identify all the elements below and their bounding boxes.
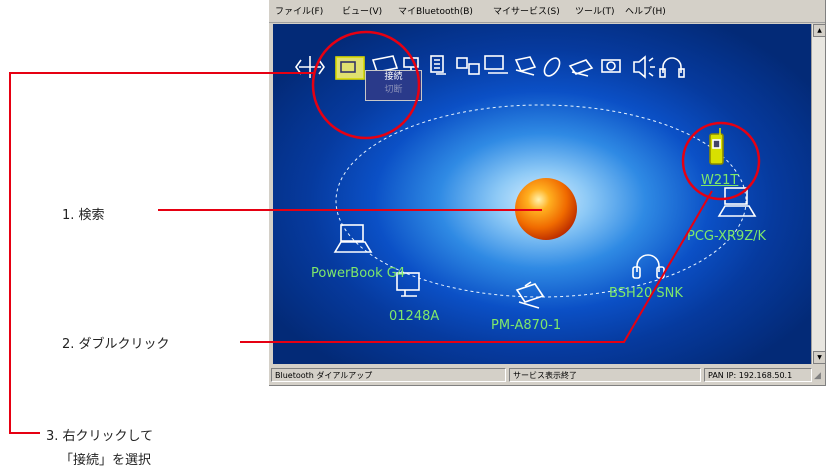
device-orbit-svg [295, 55, 757, 309]
menu-view[interactable]: ビュー(V) [342, 4, 382, 17]
laptop-left-device-icon [333, 224, 373, 253]
bluetooth-device-view[interactable]: W21T PCG-XR9Z/K PowerBook G4 01248A PM-A… [273, 24, 811, 364]
context-menu-disconnect: 切断 [384, 85, 403, 95]
status-bar: Bluetooth ダイアルアップ サービス表示終了 PAN IP: 192.1… [269, 365, 825, 385]
status-connection: Bluetooth ダイアルアップ [271, 368, 506, 382]
app-window: ファイル(F) ビュー(V) マイBluetooth(B) マイサービス(S) … [269, 0, 826, 386]
context-menu-connect[interactable]: 接続 [366, 71, 421, 84]
headset-device-icon [632, 254, 665, 279]
menu-my-bluetooth[interactable]: マイBluetooth(B) [398, 4, 473, 17]
menu-tools[interactable]: ツール(T) [575, 4, 615, 17]
laptop-right-device-icon [717, 187, 757, 217]
device-label-headset[interactable]: BSH20 SNK [609, 286, 683, 301]
audio-icon [633, 55, 655, 79]
vertical-scrollbar[interactable]: ▲ ▼ [811, 24, 826, 364]
status-pan-ip: PAN IP: 192.168.50.1 [704, 368, 812, 382]
menu-file[interactable]: ファイル(F) [275, 4, 323, 17]
search-sphere [515, 178, 577, 240]
sync-icon [456, 57, 480, 75]
menu-bar: ファイル(F) ビュー(V) マイBluetooth(B) マイサービス(S) … [269, 0, 825, 23]
mouse-icon [543, 57, 561, 77]
annotation-step3-line2: 「接続」を選択 [60, 453, 152, 468]
device-label-printer[interactable]: PM-A870-1 [491, 318, 561, 333]
dialup-icon [335, 56, 365, 80]
scroll-down-icon[interactable]: ▼ [813, 351, 826, 364]
menu-my-services[interactable]: マイサービス(S) [493, 4, 560, 17]
printer-icon [514, 56, 537, 76]
annotation-step1: 1. 検索 [62, 208, 105, 223]
annotation-step3-line1: 3. 右クリックして [46, 429, 154, 444]
scanner-icon [568, 59, 594, 77]
device-label-laptop-right[interactable]: PCG-XR9Z/K [687, 229, 766, 244]
device-label-phone[interactable]: W21T [701, 173, 738, 188]
resize-grip-icon[interactable]: ◢ [814, 371, 821, 381]
file-transfer-icon [430, 55, 446, 75]
menu-help[interactable]: ヘルプ(H) [625, 4, 666, 17]
context-menu: 接続 切断 [365, 70, 422, 101]
scroll-up-icon[interactable]: ▲ [813, 24, 826, 37]
headset-icon [659, 57, 685, 78]
printer-device-icon [515, 281, 545, 309]
network-icon [295, 56, 325, 78]
device-label-desktop[interactable]: 01248A [389, 309, 439, 324]
annotation-step2: 2. ダブルクリック [62, 337, 170, 352]
object-push-icon [484, 55, 508, 74]
device-label-laptop-left[interactable]: PowerBook G4 [311, 266, 405, 281]
phone-device-icon [709, 128, 724, 165]
status-message: サービス表示終了 [509, 368, 701, 382]
camera-icon [601, 59, 621, 73]
